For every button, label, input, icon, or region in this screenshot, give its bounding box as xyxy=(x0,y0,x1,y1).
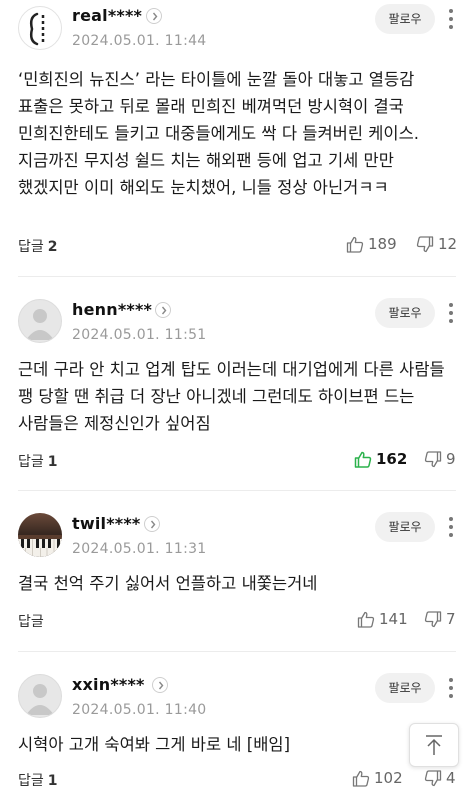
divider xyxy=(18,490,456,491)
more-vertical-icon[interactable] xyxy=(446,515,456,539)
thumbs-down-icon xyxy=(424,611,442,628)
reply-label: 답글 xyxy=(18,454,44,470)
like-count: 141 xyxy=(379,610,408,628)
comment-date: 2024.05.01. 11:31 xyxy=(72,541,207,557)
reply-label: 답글 xyxy=(18,239,44,255)
comment-text: 결국 천억 주기 싫어서 언플하고 내쫓는거네 xyxy=(18,574,318,593)
thumbs-down-icon xyxy=(424,451,442,468)
avatar[interactable] xyxy=(18,299,62,343)
thumbs-up-icon xyxy=(354,451,372,468)
follow-button[interactable]: 팔로우 xyxy=(375,298,435,328)
like-count: 102 xyxy=(374,769,403,787)
comment-date: 2024.05.01. 11:40 xyxy=(72,702,207,718)
reply-button[interactable]: 답글 1 xyxy=(18,451,58,471)
comment-text: 근데 구라 안 치고 업계 탑도 이러는데 대기업에게 다른 사람들 팽 당할 … xyxy=(18,360,445,433)
reply-button[interactable]: 답글 xyxy=(18,611,48,631)
more-vertical-icon[interactable] xyxy=(446,676,456,700)
thumbs-down-icon xyxy=(424,770,442,787)
reply-count: 1 xyxy=(47,773,58,789)
dislike-count: 12 xyxy=(438,235,458,253)
divider xyxy=(18,276,456,277)
chevron-right-icon[interactable] xyxy=(152,677,168,693)
comment-text: 시혁아 고개 숙여봐 그게 바로 네 [배임] xyxy=(18,735,291,754)
dislike-count: 7 xyxy=(446,610,456,628)
follow-button[interactable]: 팔로우 xyxy=(375,512,435,542)
thumbs-down-icon xyxy=(416,236,434,253)
reply-button[interactable]: 답글 1 xyxy=(18,770,58,790)
more-vertical-icon[interactable] xyxy=(446,301,456,325)
reply-count: 1 xyxy=(47,454,58,470)
more-vertical-icon[interactable] xyxy=(446,7,456,31)
reply-button[interactable]: 답글 2 xyxy=(18,236,58,256)
chevron-right-icon[interactable] xyxy=(155,302,171,318)
like-count: 189 xyxy=(368,235,397,253)
custom-avatar-icon xyxy=(29,12,45,46)
piano-photo-icon xyxy=(18,535,62,557)
reply-label: 답글 xyxy=(18,773,44,789)
reply-count: 2 xyxy=(47,239,58,255)
avatar[interactable] xyxy=(18,674,62,718)
username[interactable]: twil**** xyxy=(72,514,140,533)
divider xyxy=(18,651,456,652)
chevron-right-icon[interactable] xyxy=(144,516,160,532)
username[interactable]: real**** xyxy=(72,6,142,25)
thumbs-up-icon xyxy=(352,770,370,787)
scroll-to-top-button[interactable] xyxy=(409,723,459,767)
reply-label: 답글 xyxy=(18,614,44,630)
follow-button[interactable]: 팔로우 xyxy=(375,673,435,703)
username[interactable]: henn**** xyxy=(72,300,152,319)
avatar[interactable] xyxy=(18,6,62,50)
comment-date: 2024.05.01. 11:44 xyxy=(72,33,207,49)
default-avatar-icon xyxy=(26,684,54,715)
follow-button[interactable]: 팔로우 xyxy=(375,4,435,34)
dislike-count: 4 xyxy=(446,769,456,787)
chevron-right-icon[interactable] xyxy=(146,8,162,24)
like-count: 162 xyxy=(376,450,408,468)
comment-date: 2024.05.01. 11:51 xyxy=(72,327,207,343)
dislike-count: 9 xyxy=(446,450,456,468)
default-avatar-icon xyxy=(26,309,54,340)
username[interactable]: xxin**** xyxy=(72,675,145,694)
comment-text: ‘민희진의 뉴진스’ 라는 타이틀에 눈깔 돌아 대놓고 열등감 표출은 못하고… xyxy=(18,70,420,197)
avatar[interactable] xyxy=(18,513,62,557)
thumbs-up-icon xyxy=(346,236,364,253)
arrow-up-icon xyxy=(426,735,442,755)
thumbs-up-icon xyxy=(357,611,375,628)
